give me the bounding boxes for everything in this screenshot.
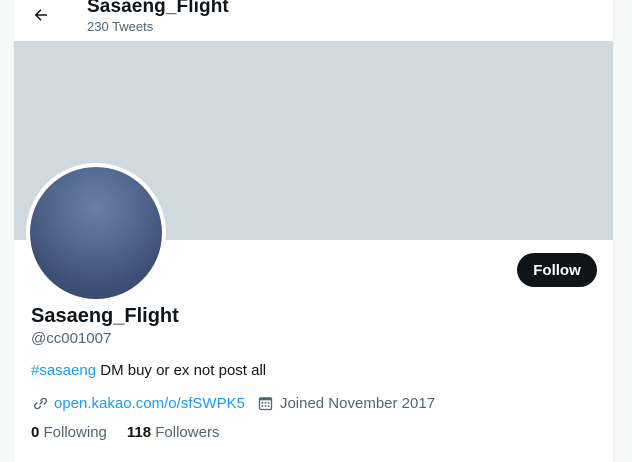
following-label: Following [43,424,107,441]
profile-header-bar: Sasaeng_Flight 230 Tweets [14,0,613,41]
followers-label: Followers [155,424,220,441]
link-icon [31,394,49,412]
followers-count: 118 [126,424,152,441]
header-title: Sasaeng_Flight [87,0,229,17]
profile-website-link[interactable]: open.kakao.com/o/sfSWPK5 [54,395,245,412]
followers-link[interactable]: 118 Followers [127,424,220,441]
following-count: 0 [31,424,40,441]
avatar[interactable] [26,163,166,303]
profile-meta: open.kakao.com/o/sfSWPK5 Joined November… [31,393,435,413]
calendar-icon [257,394,275,412]
tweet-count: 230 Tweets [87,19,154,34]
profile-bio: #sasaeng DM buy or ex not post all [31,362,266,379]
follow-button[interactable]: Follow [517,253,597,287]
arrow-left-icon [34,9,47,21]
display-name: Sasaeng_Flight [31,305,179,327]
user-handle: @cc001007 [31,330,112,347]
profile-column: Sasaeng_Flight 230 Tweets Follow Sasaeng… [13,0,614,462]
bio-text: DM buy or ex not post all [96,362,267,379]
bio-hashtag-link[interactable]: #sasaeng [31,362,96,379]
back-button[interactable] [26,0,56,30]
joined-date: Joined November 2017 [279,394,436,412]
avatar-image [30,167,162,299]
follow-stats: 0 Following 118 Followers [31,424,239,441]
following-link[interactable]: 0 Following [31,424,107,441]
